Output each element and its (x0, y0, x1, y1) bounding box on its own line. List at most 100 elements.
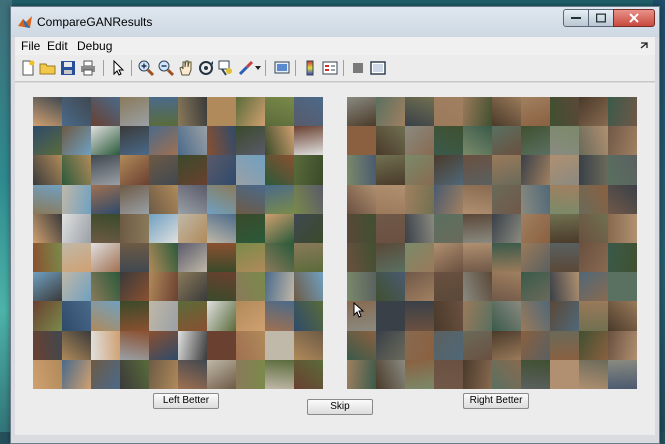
chevron-down-icon[interactable] (255, 66, 261, 70)
sample-image-tile (463, 301, 492, 331)
sample-image-tile (178, 184, 207, 214)
sample-image-tile (91, 155, 120, 185)
sample-image-tile (294, 184, 323, 214)
sample-image-tile (376, 272, 405, 302)
link-plot-icon[interactable] (273, 59, 291, 77)
open-folder-icon[interactable] (39, 59, 57, 77)
sample-image-tile (178, 97, 207, 127)
sample-image-tile (347, 243, 376, 273)
sample-image-tile (405, 184, 434, 214)
sample-image-tile (463, 272, 492, 302)
sample-image-tile (521, 359, 550, 389)
sample-image-tile (120, 301, 149, 331)
sample-image-tile (207, 330, 236, 360)
sample-image-tile (265, 184, 294, 214)
close-button[interactable] (613, 9, 655, 27)
sample-image-tile (550, 301, 579, 331)
sample-image-tile (579, 330, 608, 360)
save-icon[interactable] (59, 59, 77, 77)
pan-hand-icon[interactable] (177, 59, 195, 77)
sample-image-tile (62, 243, 91, 273)
toolbar-separator (103, 60, 104, 76)
sample-image-tile (347, 126, 376, 156)
sample-image-tile (120, 272, 149, 302)
sample-image-tile (521, 301, 550, 331)
sample-image-tile (434, 243, 463, 273)
sample-image-tile (347, 97, 376, 127)
maximize-button[interactable] (588, 9, 614, 27)
sample-image-tile (492, 272, 521, 302)
sample-image-tile (347, 330, 376, 360)
data-cursor-icon[interactable] (217, 59, 235, 77)
menu-edit[interactable]: Edit (45, 39, 70, 53)
sample-image-tile (550, 213, 579, 243)
sample-image-tile (294, 126, 323, 156)
sample-image-tile (347, 184, 376, 214)
sample-image-tile (62, 301, 91, 331)
sample-image-tile (91, 301, 120, 331)
new-file-icon[interactable] (19, 59, 37, 77)
menu-file[interactable]: File (19, 39, 42, 53)
sample-image-tile (550, 330, 579, 360)
sample-image-tile (91, 330, 120, 360)
sample-image-tile (33, 359, 62, 389)
sample-image-tile (120, 243, 149, 273)
hide-plot-tools-icon[interactable] (349, 59, 367, 77)
sample-image-tile (236, 126, 265, 156)
sample-image-tile (376, 359, 405, 389)
sample-image-tile (236, 97, 265, 127)
legend-icon[interactable] (321, 59, 339, 77)
sample-image-tile (405, 301, 434, 331)
sample-image-tile (405, 330, 434, 360)
matlab-logo-icon (18, 16, 32, 28)
sample-image-tile (207, 155, 236, 185)
sample-image-tile (463, 213, 492, 243)
sample-image-tile (405, 213, 434, 243)
sample-image-tile (579, 97, 608, 127)
sample-image-tile (405, 243, 434, 273)
brush-icon[interactable] (237, 59, 255, 77)
skip-button[interactable]: Skip (307, 399, 373, 415)
sample-image-tile (347, 359, 376, 389)
sample-image-tile (376, 213, 405, 243)
sample-image-tile (62, 330, 91, 360)
zoom-in-icon[interactable] (137, 59, 155, 77)
sample-image-tile (236, 301, 265, 331)
left-better-button[interactable]: Left Better (153, 393, 219, 409)
sample-image-tile (294, 97, 323, 127)
sample-image-tile (463, 243, 492, 273)
rotate-3d-icon[interactable] (197, 59, 215, 77)
sample-image-tile (550, 126, 579, 156)
sample-image-tile (149, 97, 178, 127)
sample-image-tile (149, 155, 178, 185)
colorbar-icon[interactable] (301, 59, 319, 77)
sample-image-tile (178, 126, 207, 156)
sample-image-tile (550, 272, 579, 302)
sample-image-tile (434, 184, 463, 214)
minimize-button[interactable] (563, 9, 589, 27)
sample-image-tile (178, 213, 207, 243)
window-title: CompareGANResults (37, 15, 153, 29)
sample-image-tile (521, 184, 550, 214)
sample-image-tile (149, 243, 178, 273)
menu-debug[interactable]: Debug (75, 39, 114, 53)
sample-image-tile (294, 301, 323, 331)
dock-arrow-icon[interactable] (639, 40, 649, 50)
right-better-button[interactable]: Right Better (463, 393, 529, 409)
zoom-out-icon[interactable] (157, 59, 175, 77)
sample-image-tile (434, 272, 463, 302)
mouse-cursor-icon (353, 302, 365, 318)
sample-image-tile (579, 359, 608, 389)
title-bar[interactable]: CompareGANResults (11, 7, 659, 37)
sample-image-tile (265, 213, 294, 243)
toolbar-separator (343, 60, 344, 76)
sample-image-tile (178, 243, 207, 273)
sample-image-tile (178, 301, 207, 331)
show-plot-tools-icon[interactable] (369, 59, 387, 77)
sample-image-tile (608, 272, 637, 302)
sample-image-tile (579, 126, 608, 156)
pointer-icon[interactable] (109, 59, 127, 77)
print-icon[interactable] (79, 59, 97, 77)
maximize-icon (596, 13, 606, 23)
sample-image-tile (294, 330, 323, 360)
